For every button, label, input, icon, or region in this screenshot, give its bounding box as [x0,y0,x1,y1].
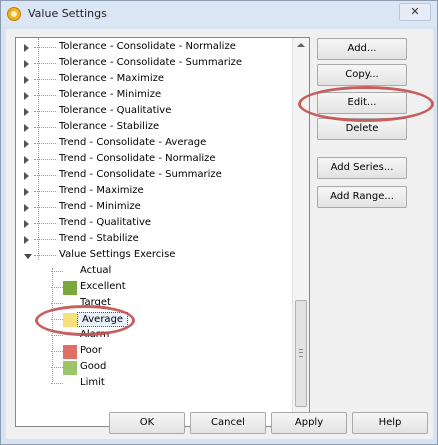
title-bar: Value Settings ✕ [1,1,437,27]
tree-child-item[interactable]: Limit [16,376,286,392]
expand-arrow-icon[interactable] [24,236,29,244]
expand-arrow-icon[interactable] [24,188,29,196]
grip-icon [299,349,303,357]
expand-arrow-icon[interactable] [24,156,29,164]
app-icon [7,7,21,21]
copy-button[interactable]: Copy... [317,64,407,86]
tree-item[interactable]: Trend - Qualitative [16,216,286,232]
cancel-button[interactable]: Cancel [190,412,266,434]
apply-button[interactable]: Apply [271,412,347,434]
tree-item[interactable]: Tolerance - Consolidate - Normalize [16,40,286,56]
tree-item-expanded[interactable]: Value Settings Exercise [16,248,286,264]
color-swatch-icon [63,281,77,295]
expand-arrow-icon[interactable] [24,140,29,148]
help-button[interactable]: Help [352,412,428,434]
tree-child-item[interactable]: Actual [16,264,286,280]
tree-item[interactable]: Tolerance - Maximize [16,72,286,88]
value-settings-tree[interactable]: Tolerance - Consolidate - Normalize Tole… [15,37,310,427]
expand-arrow-icon[interactable] [24,124,29,132]
expand-arrow-icon[interactable] [24,76,29,84]
add-button[interactable]: Add... [317,38,407,60]
average-highlight-circle [35,305,135,336]
expand-arrow-icon[interactable] [24,172,29,180]
tree-item[interactable]: Trend - Stabilize [16,232,286,248]
expand-arrow-icon[interactable] [24,204,29,212]
tree-child-item[interactable]: Poor [16,344,286,360]
close-button[interactable]: ✕ [399,3,431,21]
window-title: Value Settings [28,7,107,20]
scrollbar-thumb[interactable] [295,300,307,407]
tree-item[interactable]: Trend - Consolidate - Normalize [16,152,286,168]
tree-child-item[interactable]: Good [16,360,286,376]
tree-item[interactable]: Tolerance - Qualitative [16,104,286,120]
add-range-button[interactable]: Add Range... [317,186,407,208]
expand-arrow-icon[interactable] [24,108,29,116]
color-swatch-icon [63,345,77,359]
add-series-button[interactable]: Add Series... [317,157,407,179]
tree-item[interactable]: Trend - Consolidate - Summarize [16,168,286,184]
collapse-arrow-icon[interactable] [24,254,32,259]
color-swatch-icon [63,361,77,375]
tree-item[interactable]: Trend - Minimize [16,200,286,216]
tree-child-item[interactable]: Excellent [16,280,286,296]
tree-item[interactable]: Tolerance - Minimize [16,88,286,104]
expand-arrow-icon[interactable] [24,44,29,52]
ok-button[interactable]: OK [109,412,185,434]
edit-highlight-circle [298,86,434,122]
expand-arrow-icon[interactable] [24,92,29,100]
tree-item[interactable]: Tolerance - Consolidate - Summarize [16,56,286,72]
expand-arrow-icon[interactable] [24,220,29,228]
scroll-up-arrow-icon[interactable] [297,43,305,47]
tree-item[interactable]: Tolerance - Stabilize [16,120,286,136]
tree-item[interactable]: Trend - Maximize [16,184,286,200]
value-settings-dialog: Value Settings ✕ Tolerance - Consolidate… [0,0,438,445]
expand-arrow-icon[interactable] [24,60,29,68]
tree-item[interactable]: Trend - Consolidate - Average [16,136,286,152]
